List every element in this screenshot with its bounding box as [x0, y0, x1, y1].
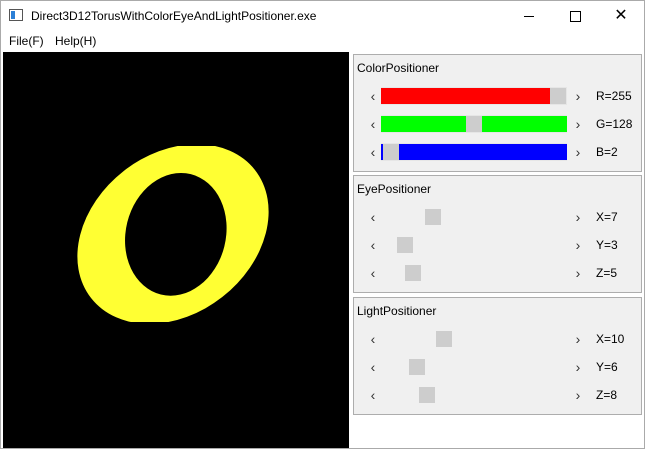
scroll-left-icon[interactable]: ‹	[367, 235, 379, 255]
slider-r-thumb[interactable]	[550, 88, 566, 104]
title-bar[interactable]: Direct3D12TorusWithColorEyeAndLightPosit…	[1, 1, 644, 31]
menu-bar: File(F) Help(H)	[1, 31, 644, 51]
slider-light-z-track[interactable]	[381, 386, 567, 404]
slider-eye-y-thumb[interactable]	[397, 237, 413, 253]
slider-light-y-value: Y=6	[596, 360, 618, 374]
minimize-button[interactable]	[506, 1, 552, 31]
scroll-right-icon[interactable]: ›	[572, 114, 584, 134]
color-positioner-group: ColorPositioner ‹ › R=255 ‹ › G=128 ‹ › …	[353, 54, 642, 172]
slider-g-fill	[381, 116, 466, 132]
close-button[interactable]: ✕	[598, 1, 644, 31]
slider-r-fill	[381, 88, 550, 104]
scroll-right-icon[interactable]: ›	[572, 207, 584, 227]
slider-row-eye-x: ‹ › X=7	[354, 207, 641, 227]
eye-positioner-title: EyePositioner	[357, 182, 432, 196]
close-icon: ✕	[614, 7, 628, 24]
slider-row-eye-z: ‹ › Z=5	[354, 263, 641, 283]
slider-r-track[interactable]	[381, 87, 567, 105]
scroll-left-icon[interactable]: ‹	[367, 142, 379, 162]
scroll-right-icon[interactable]: ›	[572, 263, 584, 283]
scroll-left-icon[interactable]: ‹	[367, 385, 379, 405]
slider-eye-x-thumb[interactable]	[425, 209, 441, 225]
slider-row-light-y: ‹ › Y=6	[354, 357, 641, 377]
control-panel: ColorPositioner ‹ › R=255 ‹ › G=128 ‹ › …	[351, 52, 644, 448]
slider-g-fill-right	[482, 116, 567, 132]
scroll-right-icon[interactable]: ›	[572, 329, 584, 349]
minimize-icon	[524, 15, 534, 17]
light-positioner-title: LightPositioner	[357, 304, 437, 318]
maximize-button[interactable]	[552, 1, 598, 31]
color-positioner-title: ColorPositioner	[357, 61, 440, 75]
slider-eye-y-value: Y=3	[596, 238, 618, 252]
light-positioner-group: LightPositioner ‹ › X=10 ‹ › Y=6 ‹ › Z=8	[353, 297, 642, 415]
slider-g-track[interactable]	[381, 115, 567, 133]
slider-b-thumb[interactable]	[383, 144, 399, 160]
slider-eye-x-value: X=7	[596, 210, 618, 224]
slider-b-track[interactable]	[381, 143, 567, 161]
scroll-right-icon[interactable]: ›	[572, 86, 584, 106]
slider-eye-z-track[interactable]	[381, 264, 567, 282]
eye-positioner-group: EyePositioner ‹ › X=7 ‹ › Y=3 ‹ › Z=5	[353, 175, 642, 293]
scroll-right-icon[interactable]: ›	[572, 357, 584, 377]
slider-eye-z-thumb[interactable]	[405, 265, 421, 281]
slider-eye-x-track[interactable]	[381, 208, 567, 226]
slider-row-b: ‹ › B=2	[354, 142, 641, 162]
slider-g-value: G=128	[596, 117, 633, 131]
slider-eye-y-track[interactable]	[381, 236, 567, 254]
slider-light-z-thumb[interactable]	[419, 387, 435, 403]
app-icon	[9, 9, 23, 21]
slider-light-y-track[interactable]	[381, 358, 567, 376]
menu-file[interactable]: File(F)	[9, 34, 44, 48]
slider-light-z-value: Z=8	[596, 388, 618, 402]
scroll-left-icon[interactable]: ‹	[367, 263, 379, 283]
slider-row-light-x: ‹ › X=10	[354, 329, 641, 349]
slider-b-value: B=2	[596, 145, 618, 159]
slider-row-eye-y: ‹ › Y=3	[354, 235, 641, 255]
scroll-right-icon[interactable]: ›	[572, 142, 584, 162]
slider-light-x-value: X=10	[596, 332, 625, 346]
scroll-left-icon[interactable]: ‹	[367, 207, 379, 227]
slider-light-x-thumb[interactable]	[436, 331, 452, 347]
slider-light-y-thumb[interactable]	[409, 359, 425, 375]
scroll-right-icon[interactable]: ›	[572, 385, 584, 405]
maximize-icon	[569, 10, 581, 22]
scroll-right-icon[interactable]: ›	[572, 235, 584, 255]
slider-r-value: R=255	[596, 89, 632, 103]
slider-row-g: ‹ › G=128	[354, 114, 641, 134]
scroll-left-icon[interactable]: ‹	[367, 114, 379, 134]
window-title: Direct3D12TorusWithColorEyeAndLightPosit…	[31, 9, 317, 23]
slider-g-thumb[interactable]	[466, 116, 482, 132]
torus-render	[77, 146, 269, 322]
slider-row-r: ‹ › R=255	[354, 86, 641, 106]
slider-eye-z-value: Z=5	[596, 266, 618, 280]
slider-light-x-track[interactable]	[381, 330, 567, 348]
scroll-left-icon[interactable]: ‹	[367, 357, 379, 377]
menu-help[interactable]: Help(H)	[55, 34, 96, 48]
slider-b-fill	[399, 144, 567, 160]
app-window: Direct3D12TorusWithColorEyeAndLightPosit…	[0, 0, 645, 449]
scroll-left-icon[interactable]: ‹	[367, 329, 379, 349]
render-viewport[interactable]	[3, 52, 349, 448]
scroll-left-icon[interactable]: ‹	[367, 86, 379, 106]
slider-row-light-z: ‹ › Z=8	[354, 385, 641, 405]
